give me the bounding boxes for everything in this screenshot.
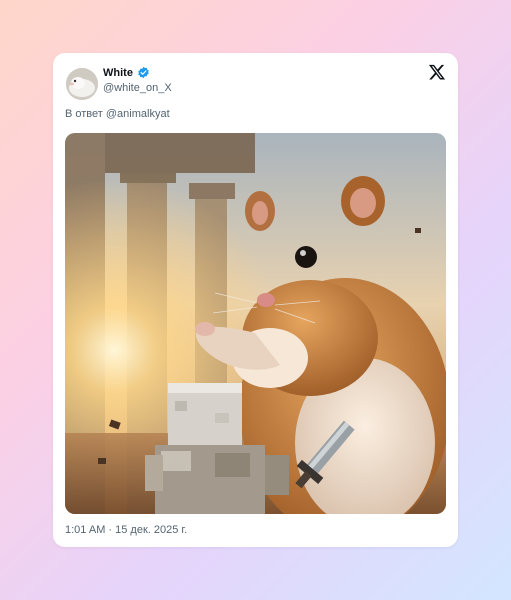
tweet-timestamp[interactable]: 1:01 AM · 15 дек. 2025 г. [65,524,187,536]
tweet-card: White @white_on_X В ответ @animalkyat 1:… [53,53,458,547]
hamster-and-blocky-knight-image[interactable] [65,133,446,514]
verified-badge-icon [137,66,150,79]
author-name-row[interactable]: White [103,66,150,79]
avatar-image [66,68,98,100]
reply-mention-link[interactable]: @animalkyat [106,108,170,120]
x-logo-icon[interactable] [428,63,446,81]
reply-context: В ответ @animalkyat [65,108,170,120]
author-handle[interactable]: @white_on_X [103,82,172,94]
avatar[interactable] [66,68,98,100]
reply-prefix: В ответ [65,108,103,120]
author-name[interactable]: White [103,67,133,79]
